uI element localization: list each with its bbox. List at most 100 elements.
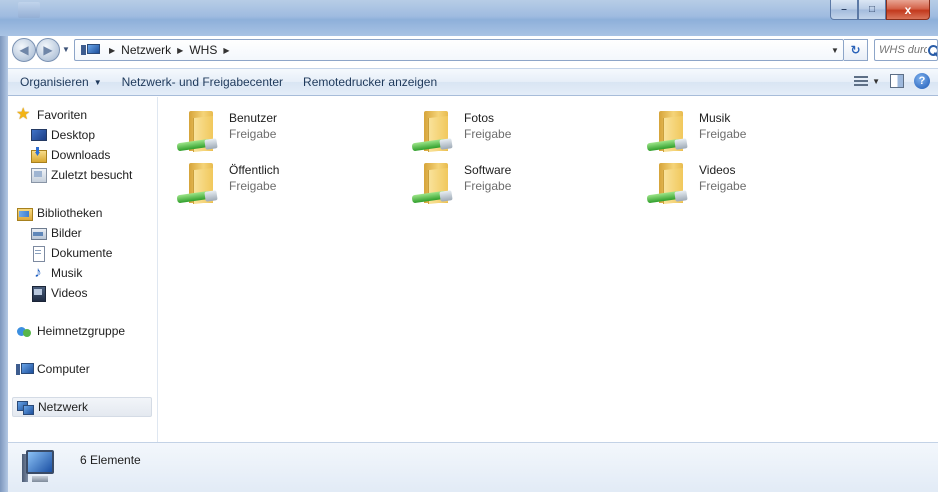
share-fotos[interactable]: Fotos Freigabe <box>402 105 602 155</box>
nav-documents[interactable]: Dokumente <box>26 243 152 263</box>
navigation-row: ◀ ▶ ▼ ▶ Netzwerk ▶ WHS ▶ ▼ ↻ <box>8 36 938 64</box>
share-type: Freigabe <box>229 127 277 141</box>
remote-printers-button[interactable]: Remotedrucker anzeigen <box>293 69 447 95</box>
search-icon[interactable] <box>927 44 937 56</box>
downloads-icon <box>30 147 47 163</box>
window-frame-left <box>0 0 8 492</box>
nav-network-label: Netzwerk <box>38 400 89 414</box>
share-videos[interactable]: Videos Freigabe <box>637 157 837 207</box>
item-count: 6 Elemente <box>80 453 141 467</box>
homegroup-icon <box>16 323 32 339</box>
share-type: Freigabe <box>229 179 277 193</box>
recent-pages-dropdown[interactable]: ▼ <box>62 45 70 54</box>
share-benutzer[interactable]: Benutzer Freigabe <box>167 105 367 155</box>
breadcrumb-netzwerk[interactable]: Netzwerk <box>121 43 171 57</box>
shared-folder-icon <box>411 161 458 207</box>
share-musik[interactable]: Musik Freigabe <box>637 105 837 155</box>
music-note-icon: ♪ <box>34 264 42 281</box>
nav-computer[interactable]: Computer <box>12 359 152 379</box>
nav-homegroup-label: Heimnetzgruppe <box>37 324 126 338</box>
search-box[interactable] <box>874 39 938 61</box>
nav-recent[interactable]: Zuletzt besucht <box>26 165 152 185</box>
breadcrumb-separator-icon[interactable]: ▶ <box>223 46 229 55</box>
nav-recent-label: Zuletzt besucht <box>51 168 133 182</box>
search-input[interactable] <box>879 44 927 56</box>
share-oeffentlich[interactable]: Öffentlich Freigabe <box>167 157 367 207</box>
nav-libraries-label: Bibliotheken <box>37 206 103 220</box>
forward-arrow-icon: ▶ <box>43 43 53 57</box>
network-location-icon <box>81 44 100 56</box>
window-controls: – □ x <box>830 0 930 20</box>
breadcrumb-separator-icon[interactable]: ▶ <box>109 46 115 55</box>
documents-icon <box>30 245 46 262</box>
maximize-button[interactable]: □ <box>858 0 886 20</box>
view-controls: ▼ ? <box>854 73 930 89</box>
back-button[interactable]: ◀ <box>12 38 36 62</box>
change-view-icon[interactable] <box>854 75 869 87</box>
videos-icon <box>30 285 46 302</box>
nav-desktop-label: Desktop <box>51 128 96 142</box>
breadcrumb-whs[interactable]: WHS <box>189 43 217 57</box>
title-bar[interactable]: – □ x <box>0 0 938 36</box>
nav-homegroup[interactable]: Heimnetzgruppe <box>12 321 152 341</box>
shared-folder-icon <box>646 109 693 155</box>
shared-folder-icon <box>646 161 693 207</box>
share-name: Fotos <box>464 111 495 125</box>
details-pane: 6 Elemente <box>8 442 938 492</box>
shared-folder-icon <box>176 109 223 155</box>
preview-pane-icon[interactable] <box>890 74 904 88</box>
share-name: Öffentlich <box>229 163 280 177</box>
pictures-icon <box>30 225 47 241</box>
shared-folder-icon <box>411 109 458 155</box>
organize-menu[interactable]: Organisieren ▼ <box>10 69 112 95</box>
nav-favorites[interactable]: ★ Favoriten <box>12 105 152 125</box>
navigation-pane: ★ Favoriten Desktop Downloads Zuletzt be… <box>8 97 158 442</box>
view-options-chevron-icon[interactable]: ▼ <box>872 77 880 86</box>
desktop-icon <box>30 127 47 143</box>
nav-music[interactable]: ♪ Musik <box>26 263 152 283</box>
forward-button[interactable]: ▶ <box>36 38 60 62</box>
minimize-button[interactable]: – <box>830 0 858 20</box>
share-software[interactable]: Software Freigabe <box>402 157 602 207</box>
nav-downloads-label: Downloads <box>51 148 111 162</box>
libraries-icon <box>16 205 33 221</box>
refresh-icon: ↻ <box>850 43 861 57</box>
help-icon[interactable]: ? <box>914 73 930 89</box>
star-icon: ★ <box>16 106 31 123</box>
share-type: Freigabe <box>464 127 512 141</box>
address-bar[interactable]: ▶ Netzwerk ▶ WHS ▶ ▼ <box>74 39 844 61</box>
file-list: Benutzer Freigabe Fotos Freigabe Musik F… <box>159 97 938 442</box>
nav-desktop[interactable]: Desktop <box>26 125 152 145</box>
network-icon <box>17 399 34 415</box>
nav-libraries[interactable]: Bibliotheken <box>12 203 152 223</box>
recent-places-icon <box>30 167 47 183</box>
refresh-button[interactable]: ↻ <box>844 39 868 61</box>
nav-network[interactable]: Netzwerk <box>12 397 152 417</box>
share-name: Videos <box>699 163 736 177</box>
nav-videos[interactable]: Videos <box>26 283 152 303</box>
nav-pictures-label: Bilder <box>51 226 82 240</box>
computer-icon <box>16 361 34 377</box>
chevron-down-icon: ▼ <box>93 77 102 87</box>
nav-downloads[interactable]: Downloads <box>26 145 152 165</box>
address-history-dropdown-icon[interactable]: ▼ <box>827 46 843 55</box>
share-type: Freigabe <box>464 179 512 193</box>
share-name: Software <box>464 163 512 177</box>
nav-computer-label: Computer <box>37 362 90 376</box>
network-center-button[interactable]: Netzwerk- und Freigabecenter <box>112 69 293 95</box>
shared-folder-icon <box>176 161 223 207</box>
back-arrow-icon: ◀ <box>19 43 29 57</box>
nav-videos-label: Videos <box>51 286 88 300</box>
share-type: Freigabe <box>699 179 747 193</box>
organize-label: Organisieren <box>20 75 89 89</box>
nav-favorites-label: Favoriten <box>37 108 88 122</box>
share-type: Freigabe <box>699 127 747 141</box>
window-icon <box>18 2 40 18</box>
nav-music-label: Musik <box>51 266 83 280</box>
command-bar: Organisieren ▼ Netzwerk- und Freigabecen… <box>8 68 938 96</box>
computer-monitor-icon <box>22 450 56 486</box>
breadcrumb-separator-icon[interactable]: ▶ <box>177 46 183 55</box>
share-name: Benutzer <box>229 111 278 125</box>
close-button[interactable]: x <box>886 0 930 20</box>
nav-pictures[interactable]: Bilder <box>26 223 152 243</box>
